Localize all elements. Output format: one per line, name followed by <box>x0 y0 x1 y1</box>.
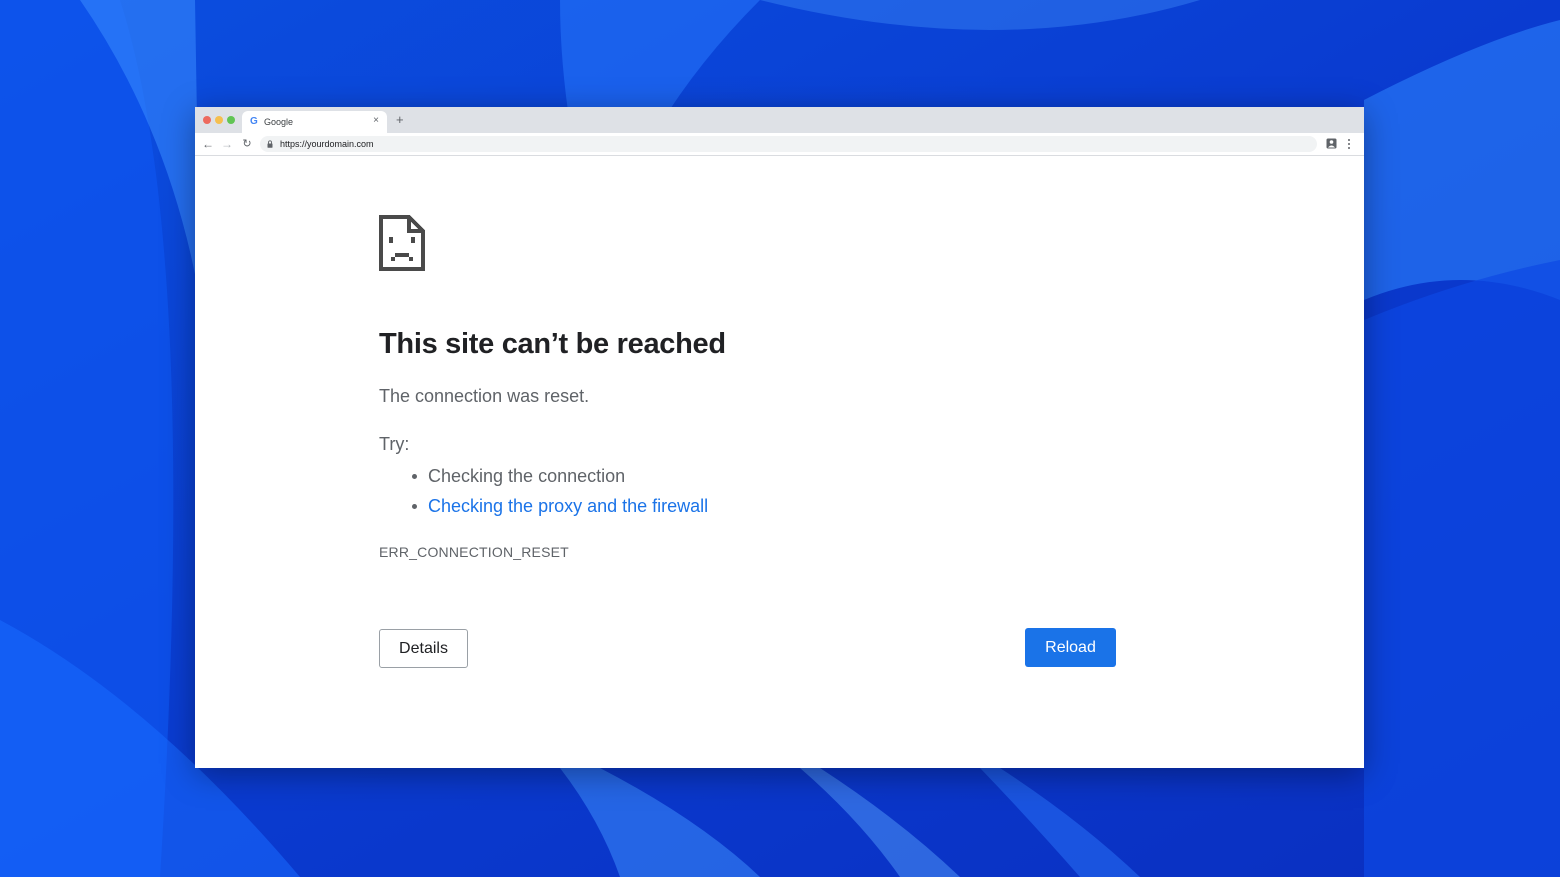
error-code: ERR_CONNECTION_RESET <box>379 544 569 560</box>
browser-window: G Google × + ← → ↻ https://yourdomain.co… <box>195 107 1364 768</box>
tab-title: Google <box>264 117 294 127</box>
list-item: Checking the proxy and the firewall <box>379 491 708 521</box>
back-arrow-icon[interactable]: ← <box>201 137 215 151</box>
new-tab-button[interactable]: + <box>396 113 404 126</box>
forward-arrow-icon[interactable]: → <box>220 137 234 151</box>
tab-strip: G Google × + <box>195 107 1364 133</box>
minimize-window-button[interactable] <box>215 116 223 124</box>
maximize-window-button[interactable] <box>227 116 235 124</box>
error-subtitle: The connection was reset. <box>379 386 590 406</box>
error-page: This site can’t be reached The connectio… <box>195 156 1364 768</box>
proxy-firewall-link[interactable]: Checking the proxy and the firewall <box>428 496 708 516</box>
try-label: Try: <box>379 434 410 454</box>
list-item: Checking the connection <box>379 461 708 491</box>
browser-toolbar: ← → ↻ https://yourdomain.com <box>195 133 1364 156</box>
tab-google[interactable]: G Google × <box>242 111 387 133</box>
reload-button[interactable]: Reload <box>1025 628 1116 667</box>
reload-icon[interactable]: ↻ <box>240 137 254 151</box>
address-bar[interactable]: https://yourdomain.com <box>260 136 1317 152</box>
sad-page-icon <box>379 215 425 271</box>
close-window-button[interactable] <box>203 116 211 124</box>
lock-icon <box>267 140 273 148</box>
google-favicon-icon: G <box>250 116 258 127</box>
details-button[interactable]: Details <box>379 629 468 668</box>
profile-icon[interactable] <box>1326 138 1337 149</box>
error-headline: This site can’t be reached <box>379 328 726 360</box>
suggestion-list: Checking the connection Checking the pro… <box>379 461 708 521</box>
url-text[interactable]: https://yourdomain.com <box>280 139 374 149</box>
suggestion-check-connection: Checking the connection <box>428 466 626 486</box>
close-tab-icon[interactable]: × <box>373 115 379 126</box>
more-vert-icon[interactable] <box>1346 137 1352 151</box>
